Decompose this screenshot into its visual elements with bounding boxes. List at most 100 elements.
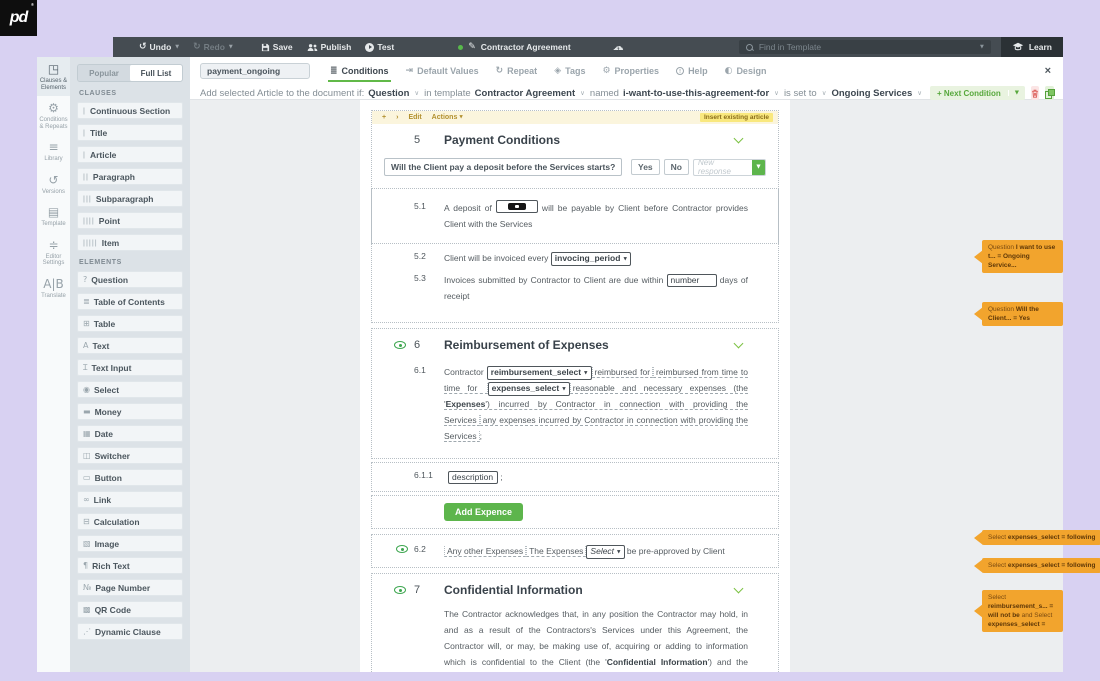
dropdown-caret-icon[interactable]: ▼ <box>752 160 765 175</box>
chevron-down-icon[interactable]: ∨ <box>774 89 779 97</box>
condition-callout[interactable]: Select expenses_select = following <box>982 558 1100 573</box>
tab-design[interactable]: ◐Design <box>725 66 767 76</box>
sidebar-tab-popular[interactable]: Popular <box>78 65 130 81</box>
article-block-reimbursement[interactable]: 6 Reimbursement of Expenses 6.1 Contract… <box>371 328 779 459</box>
section-heading-5[interactable]: 5 Payment Conditions <box>372 124 778 153</box>
sidebar-item-article[interactable]: |Article <box>77 146 183 163</box>
condition-segment[interactable]: Question <box>368 88 409 99</box>
sidebar-item-date[interactable]: ▦Date <box>77 425 183 442</box>
collapse-chevron-icon[interactable] <box>734 584 744 594</box>
document-title[interactable]: Contractor Agreement <box>481 42 571 52</box>
undo-button[interactable]: ↺ Undo▼ <box>139 42 179 52</box>
condition-callout[interactable]: Question Will the Client... = Yes <box>982 302 1063 326</box>
tab-tags[interactable]: ◈Tags <box>554 66 585 76</box>
edit-title-icon[interactable]: ✎ <box>468 42 476 52</box>
inline-money-field[interactable] <box>496 200 538 213</box>
sidebar-item-item[interactable]: |||||Item <box>77 234 183 251</box>
collapse-chevron-icon[interactable] <box>734 134 744 144</box>
publish-button[interactable]: Publish <box>307 42 352 52</box>
sidebar-item-select[interactable]: ◉Select <box>77 381 183 398</box>
yes-button[interactable]: Yes <box>631 159 660 175</box>
tab-conditions[interactable]: ≣Conditions <box>330 66 389 76</box>
sidebar-item-paragraph[interactable]: ||Paragraph <box>77 168 183 185</box>
chevron-down-icon[interactable]: ▼ <box>175 44 179 50</box>
duplicate-condition-button[interactable] <box>1045 86 1054 100</box>
cloud-upload-icon[interactable]: ☁↑ <box>613 42 624 52</box>
sidebar-item-switcher[interactable]: ◫Switcher <box>77 447 183 464</box>
sidebar-item-subparagraph[interactable]: |||Subparagraph <box>77 190 183 207</box>
visibility-eye-icon[interactable] <box>394 586 406 594</box>
sidebar-item-text-input[interactable]: ꞮText Input <box>77 359 183 376</box>
rail-item-clauses-elements[interactable]: ◳Clauses & Elements <box>37 57 70 96</box>
clause-block-5-2[interactable]: 5.2 Client will be invoiced every invoci… <box>372 250 778 266</box>
chevron-down-icon[interactable]: ∨ <box>822 89 827 97</box>
chevron-down-icon[interactable]: ∨ <box>414 89 419 97</box>
condition-callout[interactable]: Select reimbursement_s... = will not be … <box>982 590 1063 632</box>
test-button[interactable]: Test <box>365 42 394 52</box>
rail-item-versions[interactable]: ↺Versions <box>37 168 70 201</box>
inline-select[interactable]: Select▼ <box>586 545 624 559</box>
sidebar-item-button[interactable]: ▭Button <box>77 469 183 486</box>
condition-name-input[interactable] <box>200 63 310 79</box>
sidebar-item-image[interactable]: ▧Image <box>77 535 183 552</box>
tab-help[interactable]: !Help <box>676 66 708 76</box>
condition-segment[interactable]: Ongoing Services <box>831 88 912 99</box>
article-block-payment-conditions[interactable]: + › Edit Actions▼ Insert existing articl… <box>371 110 779 323</box>
inline-text-input[interactable]: number <box>667 274 717 287</box>
tab-properties[interactable]: ⚙Properties <box>602 66 659 76</box>
close-icon[interactable]: × <box>1045 66 1051 77</box>
sidebar-item-rich-text[interactable]: ¶Rich Text <box>77 557 183 574</box>
find-in-template-search[interactable]: Find in Template ▼ <box>739 40 991 54</box>
search-options-caret[interactable]: ▼ <box>980 44 984 50</box>
clause-block-6-1[interactable]: 6.1 Contractor reimbursement_select▼reim… <box>372 364 778 444</box>
collapse-icon[interactable]: › <box>396 114 398 121</box>
sidebar-item-dynamic-clause[interactable]: ⋰Dynamic Clause <box>77 623 183 640</box>
tab-repeat[interactable]: ↻Repeat <box>496 66 538 76</box>
pandadoc-logo[interactable]: pd ® <box>0 0 37 36</box>
rail-item-library[interactable]: ≡Library <box>37 135 70 168</box>
delete-condition-button[interactable] <box>1031 86 1039 100</box>
clause-block-6-1-1[interactable]: 6.1.1 description ; <box>371 462 779 492</box>
chevron-down-icon[interactable]: ∨ <box>580 89 585 97</box>
sidebar-item-table[interactable]: ⊞Table <box>77 315 183 332</box>
sidebar-item-continuous-section[interactable]: |Continuous Section <box>77 102 183 119</box>
actions-button[interactable]: Actions▼ <box>432 114 463 121</box>
insert-existing-article-button[interactable]: Insert existing article <box>700 113 773 122</box>
rail-item-template[interactable]: ▤Template <box>37 200 70 233</box>
move-handle-icon[interactable]: + <box>382 114 386 121</box>
sidebar-tab-full-list[interactable]: Full List <box>130 65 182 81</box>
rail-item-translate[interactable]: A|BTranslate <box>37 272 70 305</box>
clause-block-5-1[interactable]: 5.1 A deposit of will be payable by Clie… <box>371 188 779 244</box>
clause-block-5-3[interactable]: 5.3 Invoices submitted by Contractor to … <box>372 272 778 304</box>
visibility-eye-icon[interactable] <box>396 545 408 553</box>
sidebar-item-text[interactable]: AText <box>77 337 183 354</box>
condition-callout[interactable]: Select expenses_select = following <box>982 530 1100 545</box>
sidebar-item-money[interactable]: ▬Money <box>77 403 183 420</box>
section-heading-6[interactable]: 6 Reimbursement of Expenses <box>372 329 778 358</box>
section-heading-7[interactable]: 7 Confidential Information <box>372 574 778 603</box>
sidebar-item-link[interactable]: ∞Link <box>77 491 183 508</box>
condition-segment[interactable]: is set to <box>784 88 817 99</box>
article-block-confidential[interactable]: 7 Confidential Information The Contracto… <box>371 573 779 672</box>
redo-button[interactable]: ↻ Redo▼ <box>193 42 233 52</box>
condition-segment[interactable]: i-want-to-use-this-agreement-for <box>623 88 769 99</box>
sidebar-item-calculation[interactable]: ⊟Calculation <box>77 513 183 530</box>
condition-segment[interactable]: Contractor Agreement <box>475 88 575 99</box>
chevron-down-icon[interactable]: ▼ <box>1008 90 1025 96</box>
save-button[interactable]: Save <box>261 42 293 52</box>
inline-text-input[interactable]: description <box>448 471 498 484</box>
next-condition-button[interactable]: + Next Condition ▼ <box>930 86 1025 100</box>
add-expense-block[interactable]: Add Expence <box>371 495 779 529</box>
no-button[interactable]: No <box>664 159 689 175</box>
sidebar-item-qr-code[interactable]: ▩QR Code <box>77 601 183 618</box>
sidebar-item-table-of-contents[interactable]: ≣Table of Contents <box>77 293 183 310</box>
sidebar-item-question[interactable]: ?Question <box>77 271 183 288</box>
inline-select[interactable]: reimbursement_select▼ <box>487 366 592 380</box>
edit-button[interactable]: Edit <box>408 114 421 121</box>
inline-select[interactable]: invocing_period▼ <box>551 252 631 266</box>
visibility-eye-icon[interactable] <box>394 341 406 349</box>
new-response-input[interactable]: New response ▼ <box>693 159 766 176</box>
clause-block-6-2[interactable]: 6.2 Any other ExpensesThe ExpensesSelect… <box>371 534 779 568</box>
chevron-down-icon[interactable]: ∨ <box>917 89 922 97</box>
sidebar-item-page-number[interactable]: №Page Number <box>77 579 183 596</box>
